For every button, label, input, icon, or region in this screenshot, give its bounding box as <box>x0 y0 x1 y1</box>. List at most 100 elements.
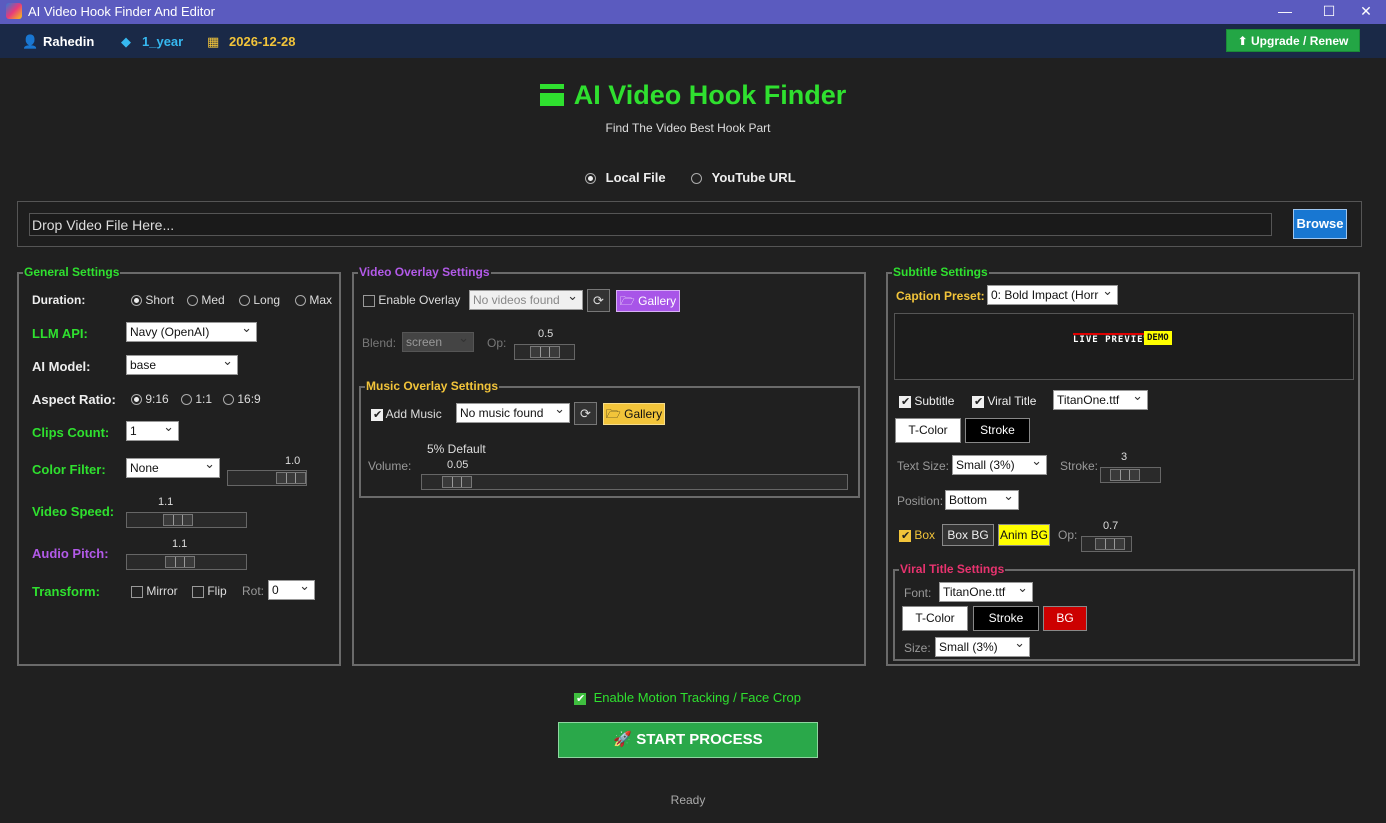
blend-label: Blend: <box>362 336 397 350</box>
overlay-opacity-label: Op: <box>487 336 507 350</box>
duration-med-radio[interactable]: Med <box>187 293 225 307</box>
video-gallery-button[interactable]: 🗁 Gallery <box>616 290 680 312</box>
clips-count-label: Clips Count: <box>32 425 110 440</box>
anim-bg-button[interactable]: Anim BG <box>998 524 1050 546</box>
subtitle-settings-title: Subtitle Settings <box>892 265 989 279</box>
local-file-radio-indicator[interactable] <box>585 173 596 185</box>
plan-name: 1_year <box>142 34 184 49</box>
ai-model-select[interactable]: base <box>126 355 238 375</box>
user-name: Rahedin <box>43 34 95 49</box>
refresh-music-icon[interactable]: ⟳ <box>574 402 597 425</box>
viral-font-select[interactable]: TitanOne.ttf <box>939 582 1033 602</box>
color-filter-slider[interactable] <box>227 470 307 486</box>
ai-model-label: AI Model: <box>32 359 91 374</box>
overlay-video-select[interactable]: No videos found <box>469 290 583 310</box>
file-path-input[interactable]: Drop Video File Here... <box>29 213 1272 236</box>
volume-label: Volume: <box>368 459 412 473</box>
llm-api-label: LLM API: <box>32 326 88 341</box>
viral-bg-color-button[interactable]: BG <box>1043 606 1087 631</box>
duration-label: Duration: <box>32 293 86 307</box>
folder-icon: 🗁 <box>619 294 635 308</box>
transform-label: Transform: <box>32 584 100 599</box>
duration-max-radio[interactable]: Max <box>295 293 332 307</box>
rotation-select[interactable]: 0 <box>268 580 315 600</box>
color-filter-intensity-value: 1.0 <box>285 455 301 467</box>
start-process-label: START PROCESS <box>636 731 763 748</box>
live-preview-area: LIVE PREVIEW DEMO <box>894 313 1354 380</box>
enable-overlay-checkbox[interactable]: Enable Overlay <box>363 293 460 307</box>
viral-stroke-color-button[interactable]: Stroke <box>973 606 1039 631</box>
viral-title-checkbox[interactable]: Viral Title <box>972 394 1036 408</box>
window-title-bar: AI Video Hook Finder And Editor — ☐ ✕ <box>0 0 1386 24</box>
box-opacity-label: Op: <box>1058 528 1078 542</box>
subtitle-checkbox[interactable]: Subtitle <box>899 394 954 408</box>
viral-title-group: Viral Title Settings Font: TitanOne.ttf … <box>893 562 1355 661</box>
youtube-url-radio-indicator[interactable] <box>691 173 702 185</box>
app-subtitle: Find The Video Best Hook Part <box>605 121 771 135</box>
aspect-16-9-radio[interactable]: 16:9 <box>223 392 261 406</box>
box-checkbox[interactable]: Box <box>899 528 935 542</box>
viral-title-settings-title: Viral Title Settings <box>899 562 1006 576</box>
blend-mode-select[interactable]: screen <box>402 332 474 352</box>
file-drop-area[interactable]: Drop Video File Here... Browse <box>17 201 1362 247</box>
box-opacity-value: 0.7 <box>1103 520 1119 532</box>
overlay-opacity-value: 0.5 <box>538 328 554 340</box>
browse-button[interactable]: Browse <box>1293 209 1347 239</box>
clips-count-select[interactable]: 1 <box>126 421 179 441</box>
stroke-width-slider[interactable] <box>1100 467 1161 483</box>
aspect-9-16-radio[interactable]: 9:16 <box>131 392 169 406</box>
mirror-checkbox[interactable]: Mirror <box>131 584 178 598</box>
llm-api-select[interactable]: Navy (OpenAI) <box>126 322 257 342</box>
duration-short-radio[interactable]: Short <box>131 293 174 307</box>
viral-font-label: Font: <box>904 586 932 600</box>
audio-pitch-label: Audio Pitch: <box>32 546 109 561</box>
video-speed-label: Video Speed: <box>32 504 115 519</box>
rotation-label: Rot: <box>242 584 265 598</box>
duration-long-radio[interactable]: Long <box>239 293 280 307</box>
upgrade-button[interactable]: ⬆ Upgrade / Renew <box>1226 29 1360 52</box>
add-music-checkbox[interactable]: Add Music <box>371 407 442 421</box>
position-select[interactable]: Bottom <box>945 490 1019 510</box>
aspect-1-1-radio[interactable]: 1:1 <box>181 392 212 406</box>
volume-slider[interactable] <box>421 474 848 490</box>
music-overlay-group: Music Overlay Settings Add Music No musi… <box>359 379 860 498</box>
box-opacity-slider[interactable] <box>1081 536 1132 552</box>
caption-preset-label: Caption Preset: <box>896 289 985 303</box>
audio-pitch-slider[interactable] <box>126 554 247 570</box>
overlay-opacity-slider[interactable] <box>514 344 575 360</box>
subtitle-font-select[interactable]: TitanOne.ttf <box>1053 390 1148 410</box>
caption-preset-select[interactable]: 0: Bold Impact (Horr <box>987 285 1118 305</box>
color-filter-select[interactable]: None <box>126 458 220 478</box>
viral-size-select[interactable]: Small (3%) <box>935 637 1030 657</box>
motion-tracking-indicator[interactable] <box>574 692 586 705</box>
stroke-width-label: Stroke: <box>1060 459 1099 473</box>
expiry-date: 2026-12-28 <box>229 34 296 49</box>
motion-tracking-checkbox[interactable]: Enable Motion Tracking / Face Crop <box>574 690 801 705</box>
viral-text-color-button[interactable]: T-Color <box>902 606 968 631</box>
window-title: AI Video Hook Finder And Editor <box>28 4 215 19</box>
subtitle-text-color-button[interactable]: T-Color <box>895 418 961 443</box>
local-file-radio[interactable]: Local File <box>585 170 666 185</box>
youtube-url-radio[interactable]: YouTube URL <box>691 170 796 185</box>
youtube-url-label: YouTube URL <box>711 170 796 185</box>
minimize-icon[interactable]: — <box>1262 0 1308 24</box>
text-size-label: Text Size: <box>897 459 950 473</box>
subtitle-stroke-color-button[interactable]: Stroke <box>965 418 1030 443</box>
user-info-bar: 👤 Rahedin ◆ 1_year ▦ 2026-12-28 ⬆ Upgrad… <box>0 24 1386 58</box>
calendar-icon: ▦ <box>207 34 220 49</box>
music-overlay-title: Music Overlay Settings <box>365 379 500 393</box>
general-settings-group: General Settings Duration: Short Med Lon… <box>17 265 341 666</box>
refresh-videos-icon[interactable]: ⟳ <box>587 289 610 312</box>
general-settings-title: General Settings <box>23 265 121 279</box>
video-speed-slider[interactable] <box>126 512 247 528</box>
text-size-select[interactable]: Small (3%) <box>952 455 1047 475</box>
music-gallery-button[interactable]: 🗁 Gallery <box>603 403 665 425</box>
live-preview-text: LIVE PREVIEW <box>1073 333 1151 345</box>
start-process-button[interactable]: 🚀 START PROCESS <box>558 722 818 758</box>
flip-checkbox[interactable]: Flip <box>192 584 227 598</box>
position-label: Position: <box>897 494 944 508</box>
volume-value: 0.05 <box>447 459 469 471</box>
close-icon[interactable]: ✕ <box>1346 0 1386 24</box>
box-bg-button[interactable]: Box BG <box>942 524 994 546</box>
music-select[interactable]: No music found <box>456 403 570 423</box>
